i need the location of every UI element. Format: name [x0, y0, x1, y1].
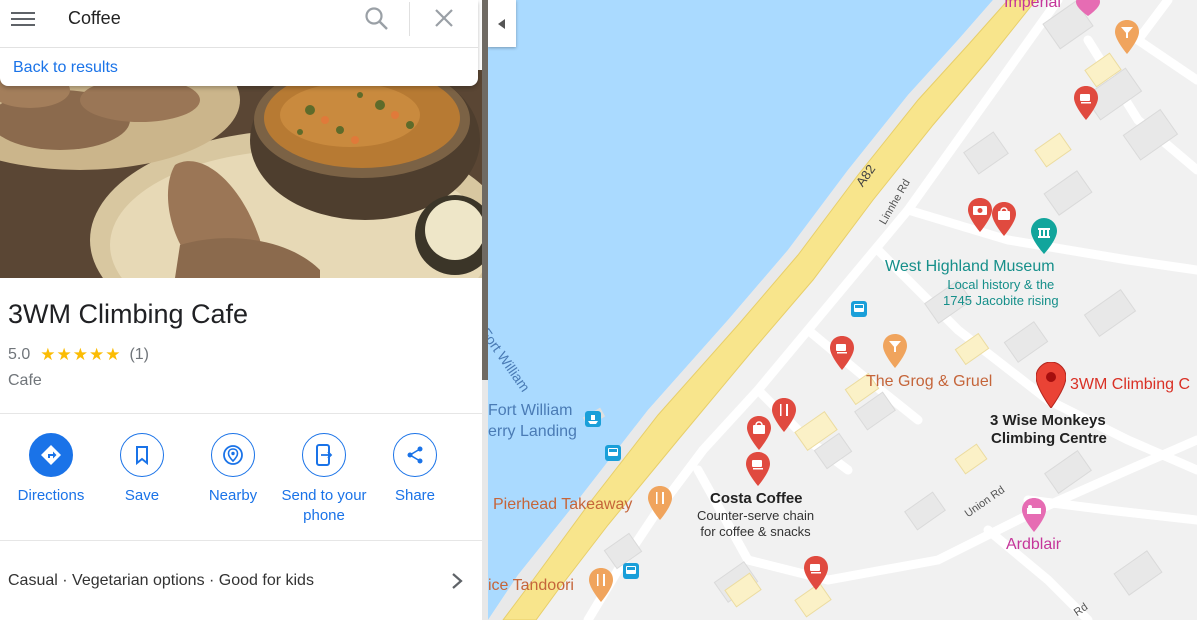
search-input[interactable]: Coffee	[68, 8, 121, 29]
map-label-ferry-2[interactable]: erry Landing	[488, 423, 577, 441]
search-card: Coffee Back to results	[0, 0, 478, 86]
map-view[interactable]: Imperial A82 Linnhe Rd West Highland Mus…	[488, 0, 1197, 620]
map-label-climbing-centre[interactable]: Climbing Centre	[991, 430, 1107, 448]
review-count[interactable]: (1)	[129, 346, 149, 364]
collapse-panel-button[interactable]	[488, 0, 516, 47]
attributes-text: Casual · Vegetarian options · Good for k…	[8, 572, 314, 589]
search-row: Coffee	[0, 0, 478, 48]
place-category[interactable]: Cafe	[8, 372, 42, 390]
bar-pin-icon-2[interactable]	[883, 334, 907, 368]
museum-pin-icon[interactable]	[1031, 218, 1057, 254]
scrollbar-thumb[interactable]	[482, 0, 488, 380]
map-label-3wm-cafe[interactable]: 3WM Climbing C	[1070, 376, 1190, 394]
map-label-pierhead[interactable]: Pierhead Takeaway	[493, 496, 632, 514]
map-label-west-highland-museum[interactable]: West Highland Museum	[885, 258, 1055, 276]
panel-scrollbar[interactable]	[482, 0, 488, 620]
place-photo[interactable]	[0, 70, 482, 278]
chevron-right-icon	[452, 573, 463, 589]
directions-label: Directions	[17, 487, 85, 504]
costa-description: Counter-serve chain for coffee & snacks	[697, 508, 815, 539]
search-icon[interactable]	[364, 6, 390, 32]
hotel-pin-icon-imperial[interactable]	[1076, 0, 1100, 16]
share-button[interactable]: Share	[369, 433, 461, 506]
rating-row[interactable]: 5.0 ★★★★★ (1)	[8, 345, 149, 365]
directions-button[interactable]: Directions	[5, 433, 97, 506]
nearby-icon	[223, 445, 243, 465]
shopping-pin-icon[interactable]	[992, 202, 1016, 236]
rating-value: 5.0	[8, 346, 31, 363]
restaurant-pin-icon-tandoori[interactable]	[589, 568, 613, 602]
place-panel: Coffee Back to results 3WM Climbing Cafe…	[0, 0, 482, 620]
save-button[interactable]: Save	[96, 433, 188, 506]
nearby-button[interactable]: Nearby	[187, 433, 279, 506]
bar-pin-icon[interactable]	[1115, 20, 1139, 54]
museum-description: Local history & the 1745 Jacobite rising	[943, 277, 1059, 308]
send-to-phone-button[interactable]: Send to your phone	[278, 433, 370, 526]
chevron-left-icon	[498, 18, 505, 29]
map-label-ferry-1[interactable]: Fort William	[488, 402, 572, 420]
bookmark-icon	[136, 446, 148, 465]
close-icon[interactable]	[432, 6, 456, 30]
shopping-pin-icon-2[interactable]	[747, 416, 771, 450]
map-label-tandoori[interactable]: ice Tandoori	[488, 577, 574, 595]
hotel-pin-icon[interactable]	[1022, 498, 1046, 532]
bus-stop-icon-3[interactable]	[622, 562, 640, 580]
back-to-results-link[interactable]: Back to results	[13, 59, 118, 77]
restaurant-pin-icon[interactable]	[772, 398, 796, 432]
search-divider	[409, 2, 410, 36]
coffee-pin-icon-3[interactable]	[804, 556, 828, 590]
ferry-icon[interactable]	[584, 410, 602, 428]
restaurant-pin-icon-pierhead[interactable]	[648, 486, 672, 520]
camera-shop-pin-icon[interactable]	[968, 198, 992, 232]
bus-stop-icon-2[interactable]	[604, 444, 622, 462]
map-label-ardblair[interactable]: Ardblair	[1006, 536, 1061, 554]
share-label: Share	[394, 487, 436, 504]
map-label-costa-coffee[interactable]: Costa Coffee	[710, 490, 803, 508]
save-label: Save	[124, 487, 160, 504]
coffee-pin-icon-costa[interactable]	[746, 452, 770, 486]
map-label-3-wise-monkeys[interactable]: 3 Wise Monkeys	[990, 412, 1106, 430]
send-to-phone-icon	[316, 444, 333, 466]
attributes-row[interactable]: Casual · Vegetarian options · Good for k…	[0, 541, 482, 620]
nearby-label: Nearby	[208, 487, 258, 504]
directions-icon	[41, 445, 61, 465]
map-label-imperial[interactable]: Imperial	[1004, 0, 1061, 12]
place-title: 3WM Climbing Cafe	[8, 299, 249, 329]
action-buttons: Directions Save Nearby Send to your phon…	[0, 433, 482, 533]
share-icon	[407, 446, 423, 464]
selected-place-pin-icon[interactable]	[1036, 362, 1066, 408]
star-rating-icon: ★★★★★	[40, 345, 122, 364]
send-to-phone-label: Send to your phone	[281, 487, 367, 524]
bus-stop-icon[interactable]	[850, 300, 868, 318]
coffee-pin-icon[interactable]	[1074, 86, 1098, 120]
coffee-pin-icon-2[interactable]	[830, 336, 854, 370]
hamburger-menu-icon[interactable]	[11, 9, 35, 27]
map-label-grog-gruel[interactable]: The Grog & Gruel	[866, 373, 992, 391]
section-divider	[0, 413, 482, 414]
